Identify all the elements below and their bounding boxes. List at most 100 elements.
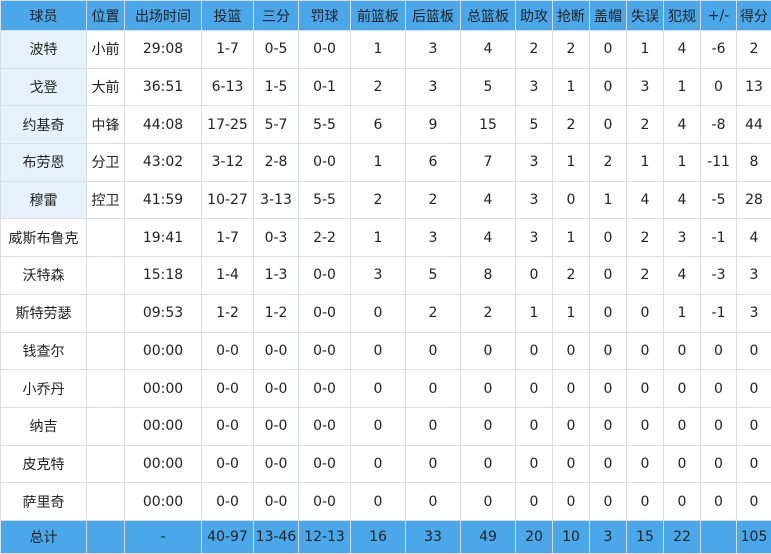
minutes: 19:41 — [125, 219, 202, 257]
position — [87, 219, 125, 257]
minutes: 00:00 — [125, 370, 202, 408]
header-blocks[interactable]: 盖帽 — [590, 1, 627, 31]
header-points[interactable]: 得分 — [737, 1, 771, 31]
header-assists[interactable]: 助攻 — [516, 1, 553, 31]
points: 2 — [737, 31, 771, 69]
totals-defensive-rebounds: 33 — [406, 520, 461, 553]
blocks: 0 — [590, 257, 627, 295]
points: 28 — [737, 181, 771, 219]
player-name[interactable]: 穆雷 — [1, 181, 87, 219]
free-throws: 5-5 — [299, 106, 351, 144]
table-row: 小乔丹00:000-00-00-00000000000 — [1, 370, 771, 408]
header-free-throws[interactable]: 罚球 — [299, 1, 351, 31]
player-name[interactable]: 布劳恩 — [1, 144, 87, 182]
position: 大前 — [87, 68, 125, 106]
three-pointers: 1-3 — [254, 257, 299, 295]
points: 44 — [737, 106, 771, 144]
fouls: 1 — [664, 68, 701, 106]
defensive-rebounds: 0 — [406, 370, 461, 408]
three-pointers: 3-13 — [254, 181, 299, 219]
totals-total-rebounds: 49 — [461, 520, 516, 553]
totals-blocks: 3 — [590, 520, 627, 553]
three-pointers: 0-0 — [254, 445, 299, 483]
plus-minus: 0 — [701, 407, 737, 445]
defensive-rebounds: 0 — [406, 445, 461, 483]
field-goals: 3-12 — [202, 144, 254, 182]
position: 分卫 — [87, 144, 125, 182]
steals: 1 — [553, 219, 590, 257]
three-pointers: 0-0 — [254, 370, 299, 408]
header-plus-minus[interactable]: +/- — [701, 1, 737, 31]
field-goals: 0-0 — [202, 332, 254, 370]
blocks: 2 — [590, 144, 627, 182]
fouls: 4 — [664, 31, 701, 69]
turnovers: 1 — [627, 31, 664, 69]
assists: 0 — [516, 445, 553, 483]
field-goals: 0-0 — [202, 407, 254, 445]
minutes: 00:00 — [125, 445, 202, 483]
three-pointers: 0-5 — [254, 31, 299, 69]
minutes: 41:59 — [125, 181, 202, 219]
assists: 0 — [516, 332, 553, 370]
table-row: 约基奇中锋44:0817-255-75-5691552024-844 — [1, 106, 771, 144]
header-defensive-rebounds[interactable]: 后篮板 — [406, 1, 461, 31]
table-row: 沃特森15:181-41-30-035802024-33 — [1, 257, 771, 295]
turnovers: 0 — [627, 294, 664, 332]
plus-minus: -1 — [701, 219, 737, 257]
header-field-goals[interactable]: 投篮 — [202, 1, 254, 31]
blocks: 1 — [590, 181, 627, 219]
total-rebounds: 7 — [461, 144, 516, 182]
total-rebounds: 0 — [461, 445, 516, 483]
player-name[interactable]: 约基奇 — [1, 106, 87, 144]
field-goals: 0-0 — [202, 445, 254, 483]
totals-label: 总计 — [1, 520, 87, 553]
field-goals: 1-7 — [202, 31, 254, 69]
blocks: 0 — [590, 31, 627, 69]
free-throws: 0-0 — [299, 257, 351, 295]
player-name: 威斯布鲁克 — [1, 219, 87, 257]
fouls: 3 — [664, 219, 701, 257]
player-name[interactable]: 波特 — [1, 31, 87, 69]
header-steals[interactable]: 抢断 — [553, 1, 590, 31]
points: 0 — [737, 407, 771, 445]
fouls: 0 — [664, 370, 701, 408]
minutes: 29:08 — [125, 31, 202, 69]
assists: 0 — [516, 407, 553, 445]
table-row: 斯特劳瑟09:531-21-20-002211001-13 — [1, 294, 771, 332]
position: 小前 — [87, 31, 125, 69]
totals-row: 总计 - 40-97 13-46 12-13 16 33 49 20 10 3 … — [1, 520, 771, 553]
plus-minus: 0 — [701, 68, 737, 106]
header-turnovers[interactable]: 失误 — [627, 1, 664, 31]
totals-field-goals: 40-97 — [202, 520, 254, 553]
turnovers: 1 — [627, 144, 664, 182]
player-name[interactable]: 戈登 — [1, 68, 87, 106]
header-three-pointers[interactable]: 三分 — [254, 1, 299, 31]
header-offensive-rebounds[interactable]: 前篮板 — [351, 1, 406, 31]
minutes: 00:00 — [125, 407, 202, 445]
header-player[interactable]: 球员 — [1, 1, 87, 31]
defensive-rebounds: 2 — [406, 181, 461, 219]
offensive-rebounds: 1 — [351, 31, 406, 69]
header-minutes[interactable]: 出场时间 — [125, 1, 202, 31]
defensive-rebounds: 0 — [406, 407, 461, 445]
totals-minutes: - — [125, 520, 202, 553]
total-rebounds: 5 — [461, 68, 516, 106]
header-fouls[interactable]: 犯规 — [664, 1, 701, 31]
blocks: 0 — [590, 219, 627, 257]
turnovers: 3 — [627, 68, 664, 106]
plus-minus: 0 — [701, 332, 737, 370]
table-row: 布劳恩分卫43:023-122-80-016731211-118 — [1, 144, 771, 182]
offensive-rebounds: 0 — [351, 483, 406, 521]
totals-assists: 20 — [516, 520, 553, 553]
table-row: 纳吉00:000-00-00-00000000000 — [1, 407, 771, 445]
header-total-rebounds[interactable]: 总篮板 — [461, 1, 516, 31]
assists: 0 — [516, 370, 553, 408]
player-rows: 波特小前29:081-70-50-013422014-62戈登大前36:516-… — [1, 31, 771, 521]
free-throws: 5-5 — [299, 181, 351, 219]
steals: 0 — [553, 445, 590, 483]
totals-position — [87, 520, 125, 553]
totals-fouls: 22 — [664, 520, 701, 553]
free-throws: 0-0 — [299, 483, 351, 521]
plus-minus: -5 — [701, 181, 737, 219]
header-position[interactable]: 位置 — [87, 1, 125, 31]
